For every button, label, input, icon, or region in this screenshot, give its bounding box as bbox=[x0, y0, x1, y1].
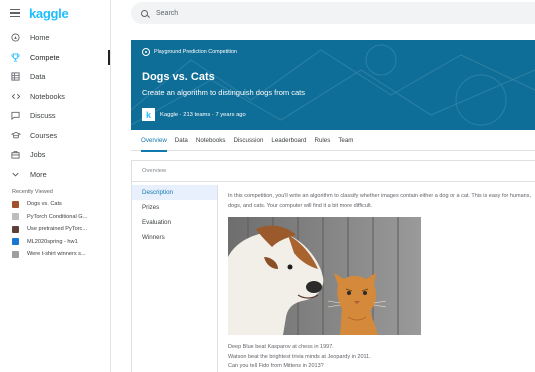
tab-rules[interactable]: Rules bbox=[314, 131, 330, 151]
sidebar: kaggle Home Compete Data Notebooks Discu… bbox=[0, 0, 111, 372]
sidebar-item-more[interactable]: More bbox=[0, 165, 110, 185]
section-evaluation[interactable]: Evaluation bbox=[132, 215, 217, 230]
overview-panel: Overview Description Prizes Evaluation W… bbox=[131, 160, 535, 372]
recent-item-label: Were t-shirt winners s... bbox=[27, 251, 86, 258]
recent-item-label: Use pretrained PyTorc... bbox=[27, 226, 88, 233]
tab-discussion[interactable]: Discussion bbox=[233, 131, 263, 151]
sidebar-item-notebooks[interactable]: Notebooks bbox=[0, 87, 110, 107]
tab-leaderboard[interactable]: Leaderboard bbox=[271, 131, 306, 151]
competition-thumbnail bbox=[12, 200, 19, 208]
overview-section-nav: Description Prizes Evaluation Winners bbox=[132, 185, 218, 372]
main-content: Search Playground Prediction Competition… bbox=[111, 0, 535, 372]
competition-title: Dogs vs. Cats bbox=[142, 71, 215, 83]
recent-item-label: Dogs vs. Cats bbox=[27, 201, 62, 208]
sidebar-nav: Home Compete Data Notebooks Discuss Cour… bbox=[0, 28, 110, 184]
caption-line: Watson beat the brightest trivia minds a… bbox=[228, 353, 371, 360]
tab-team[interactable]: Team bbox=[338, 131, 353, 151]
host-name[interactable]: Kaggle bbox=[160, 112, 178, 118]
section-prizes[interactable]: Prizes bbox=[132, 200, 217, 215]
sidebar-item-label: Courses bbox=[30, 130, 58, 140]
kaggle-logo[interactable]: kaggle bbox=[29, 6, 69, 21]
sidebar-item-label: Notebooks bbox=[30, 91, 65, 101]
competition-type-badge: Playground Prediction Competition bbox=[142, 48, 237, 56]
recent-item-label: ML2020spring - hw1 bbox=[27, 238, 78, 245]
caption-line: Deep Blue beat Kasparov at chess in 1997… bbox=[228, 344, 334, 350]
search-icon bbox=[141, 9, 148, 17]
competition-thumbnail bbox=[12, 238, 19, 246]
sidebar-item-compete[interactable]: Compete bbox=[0, 48, 110, 68]
competition-subtitle: Create an algorithm to distinguish dogs … bbox=[142, 88, 305, 97]
competition-age: 7 years ago bbox=[215, 111, 246, 118]
sidebar-item-label: Data bbox=[30, 72, 46, 82]
description-body: In this competition, you'll write an alg… bbox=[228, 192, 533, 372]
description-text: In this competition, you'll write an alg… bbox=[228, 193, 531, 209]
competition-host-line: k Kaggle · 213 teams · 7 years ago bbox=[142, 108, 246, 121]
recent-item[interactable]: Dogs vs. Cats bbox=[0, 198, 110, 211]
recent-item[interactable]: Use pretrained PyTorc... bbox=[0, 223, 110, 236]
dog-cat-image bbox=[228, 217, 421, 335]
sidebar-item-discuss[interactable]: Discuss bbox=[0, 106, 110, 126]
sidebar-item-data[interactable]: Data bbox=[0, 67, 110, 87]
sidebar-item-label: Home bbox=[30, 33, 50, 43]
competition-type-label: Playground Prediction Competition bbox=[154, 49, 238, 55]
recent-item[interactable]: Were t-shirt winners s... bbox=[0, 248, 110, 261]
table-icon bbox=[10, 71, 21, 82]
caption-line: Can you tell Fido from Mittens in 2013? bbox=[228, 363, 324, 370]
discussion-thumbnail bbox=[12, 250, 19, 258]
search-bar[interactable]: Search bbox=[131, 2, 535, 24]
sidebar-item-label: Discuss bbox=[30, 111, 56, 121]
team-count: 213 teams bbox=[183, 111, 211, 118]
recent-item[interactable]: PyTorch Conditional G... bbox=[0, 211, 110, 224]
sidebar-item-label: Jobs bbox=[30, 150, 46, 160]
sidebar-topbar: kaggle bbox=[0, 0, 110, 26]
notebook-thumbnail bbox=[12, 225, 19, 233]
courses-icon bbox=[10, 130, 21, 141]
trophy-icon bbox=[10, 52, 21, 63]
discuss-icon bbox=[10, 110, 21, 121]
sidebar-item-home[interactable]: Home bbox=[0, 28, 110, 48]
section-winners[interactable]: Winners bbox=[132, 230, 217, 245]
recent-item[interactable]: ML2020spring - hw1 bbox=[0, 236, 110, 249]
recent-item-label: PyTorch Conditional G... bbox=[27, 213, 88, 220]
chevron-down-icon bbox=[10, 169, 21, 180]
tab-data[interactable]: Data bbox=[175, 131, 188, 151]
description-caption: Deep Blue beat Kasparov at chess in 1997… bbox=[228, 343, 533, 372]
sidebar-item-label: More bbox=[30, 169, 47, 179]
code-icon bbox=[10, 91, 21, 102]
search-input[interactable]: Search bbox=[156, 10, 178, 17]
tab-overview[interactable]: Overview bbox=[141, 131, 167, 152]
sidebar-item-label: Compete bbox=[30, 52, 60, 62]
recently-viewed-heading: Recently Viewed bbox=[12, 189, 53, 195]
competition-tabs: Overview Data Notebooks Discussion Leade… bbox=[131, 131, 535, 152]
sidebar-item-courses[interactable]: Courses bbox=[0, 126, 110, 146]
section-description[interactable]: Description bbox=[132, 185, 217, 200]
competition-header: Playground Prediction Competition Dogs v… bbox=[131, 40, 535, 130]
playground-icon bbox=[142, 48, 150, 56]
dog-and-cat-picture bbox=[228, 217, 421, 335]
menu-icon[interactable] bbox=[10, 9, 20, 18]
notebook-thumbnail bbox=[12, 213, 19, 221]
tab-notebooks[interactable]: Notebooks bbox=[196, 131, 226, 151]
home-icon bbox=[10, 32, 21, 43]
kaggle-host-logo[interactable]: k bbox=[142, 108, 155, 121]
jobs-icon bbox=[10, 149, 21, 160]
sidebar-item-jobs[interactable]: Jobs bbox=[0, 145, 110, 165]
overview-heading: Overview bbox=[132, 161, 535, 182]
